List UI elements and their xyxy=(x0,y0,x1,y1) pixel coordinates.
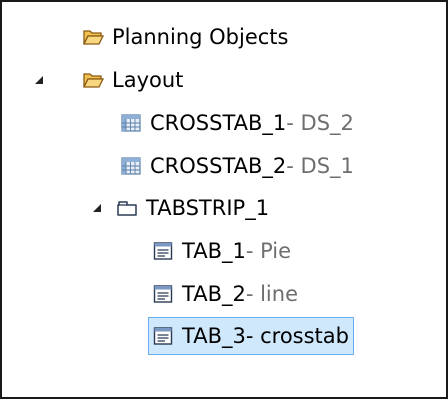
tree-item-planning-objects[interactable]: Planning Objects xyxy=(82,18,288,56)
tree-item-label: Layout xyxy=(112,68,184,92)
tree-item-description: - Pie xyxy=(245,239,292,263)
tree-item-description: - line xyxy=(245,282,298,306)
crosstab-icon xyxy=(120,112,142,134)
folder-open-icon xyxy=(82,69,104,91)
tree-item-label: CROSSTAB_2 xyxy=(150,154,287,178)
tree-item-tab-3[interactable]: TAB_3 - crosstab xyxy=(148,317,354,355)
tree-item-label: TABSTRIP_1 xyxy=(146,196,270,220)
tree-item-label: TAB_2 xyxy=(182,282,246,306)
tab-page-icon xyxy=(152,283,174,305)
folder-open-icon xyxy=(82,26,104,48)
collapse-arrow-icon[interactable] xyxy=(33,74,45,86)
tree-item-label: Planning Objects xyxy=(112,25,289,49)
tree-item-crosstab-1[interactable]: CROSSTAB_1 - DS_2 xyxy=(120,104,354,142)
tabstrip-icon xyxy=(116,197,138,219)
tab-page-icon xyxy=(152,325,174,347)
tree-item-crosstab-2[interactable]: CROSSTAB_2 - DS_1 xyxy=(120,147,354,185)
tree-item-layout[interactable]: Layout xyxy=(82,61,183,99)
tree-item-tab-1[interactable]: TAB_1 - Pie xyxy=(152,232,291,270)
tree-item-description: - crosstab xyxy=(245,324,349,348)
tree-item-tab-2[interactable]: TAB_2 - line xyxy=(152,275,298,313)
tree-item-label: TAB_3 xyxy=(182,324,246,348)
tab-page-icon xyxy=(152,240,174,262)
collapse-arrow-icon[interactable] xyxy=(91,202,103,214)
tree-item-tabstrip-1[interactable]: TABSTRIP_1 xyxy=(116,189,269,227)
tree-item-datasource: - DS_1 xyxy=(286,154,354,178)
crosstab-icon xyxy=(120,155,142,177)
tree-item-datasource: - DS_2 xyxy=(286,111,354,135)
outline-tree-panel: Planning Objects Layout CROSSTAB_1 - DS_… xyxy=(0,0,448,399)
tree-item-label: CROSSTAB_1 xyxy=(150,111,287,135)
tree-item-label: TAB_1 xyxy=(182,239,246,263)
